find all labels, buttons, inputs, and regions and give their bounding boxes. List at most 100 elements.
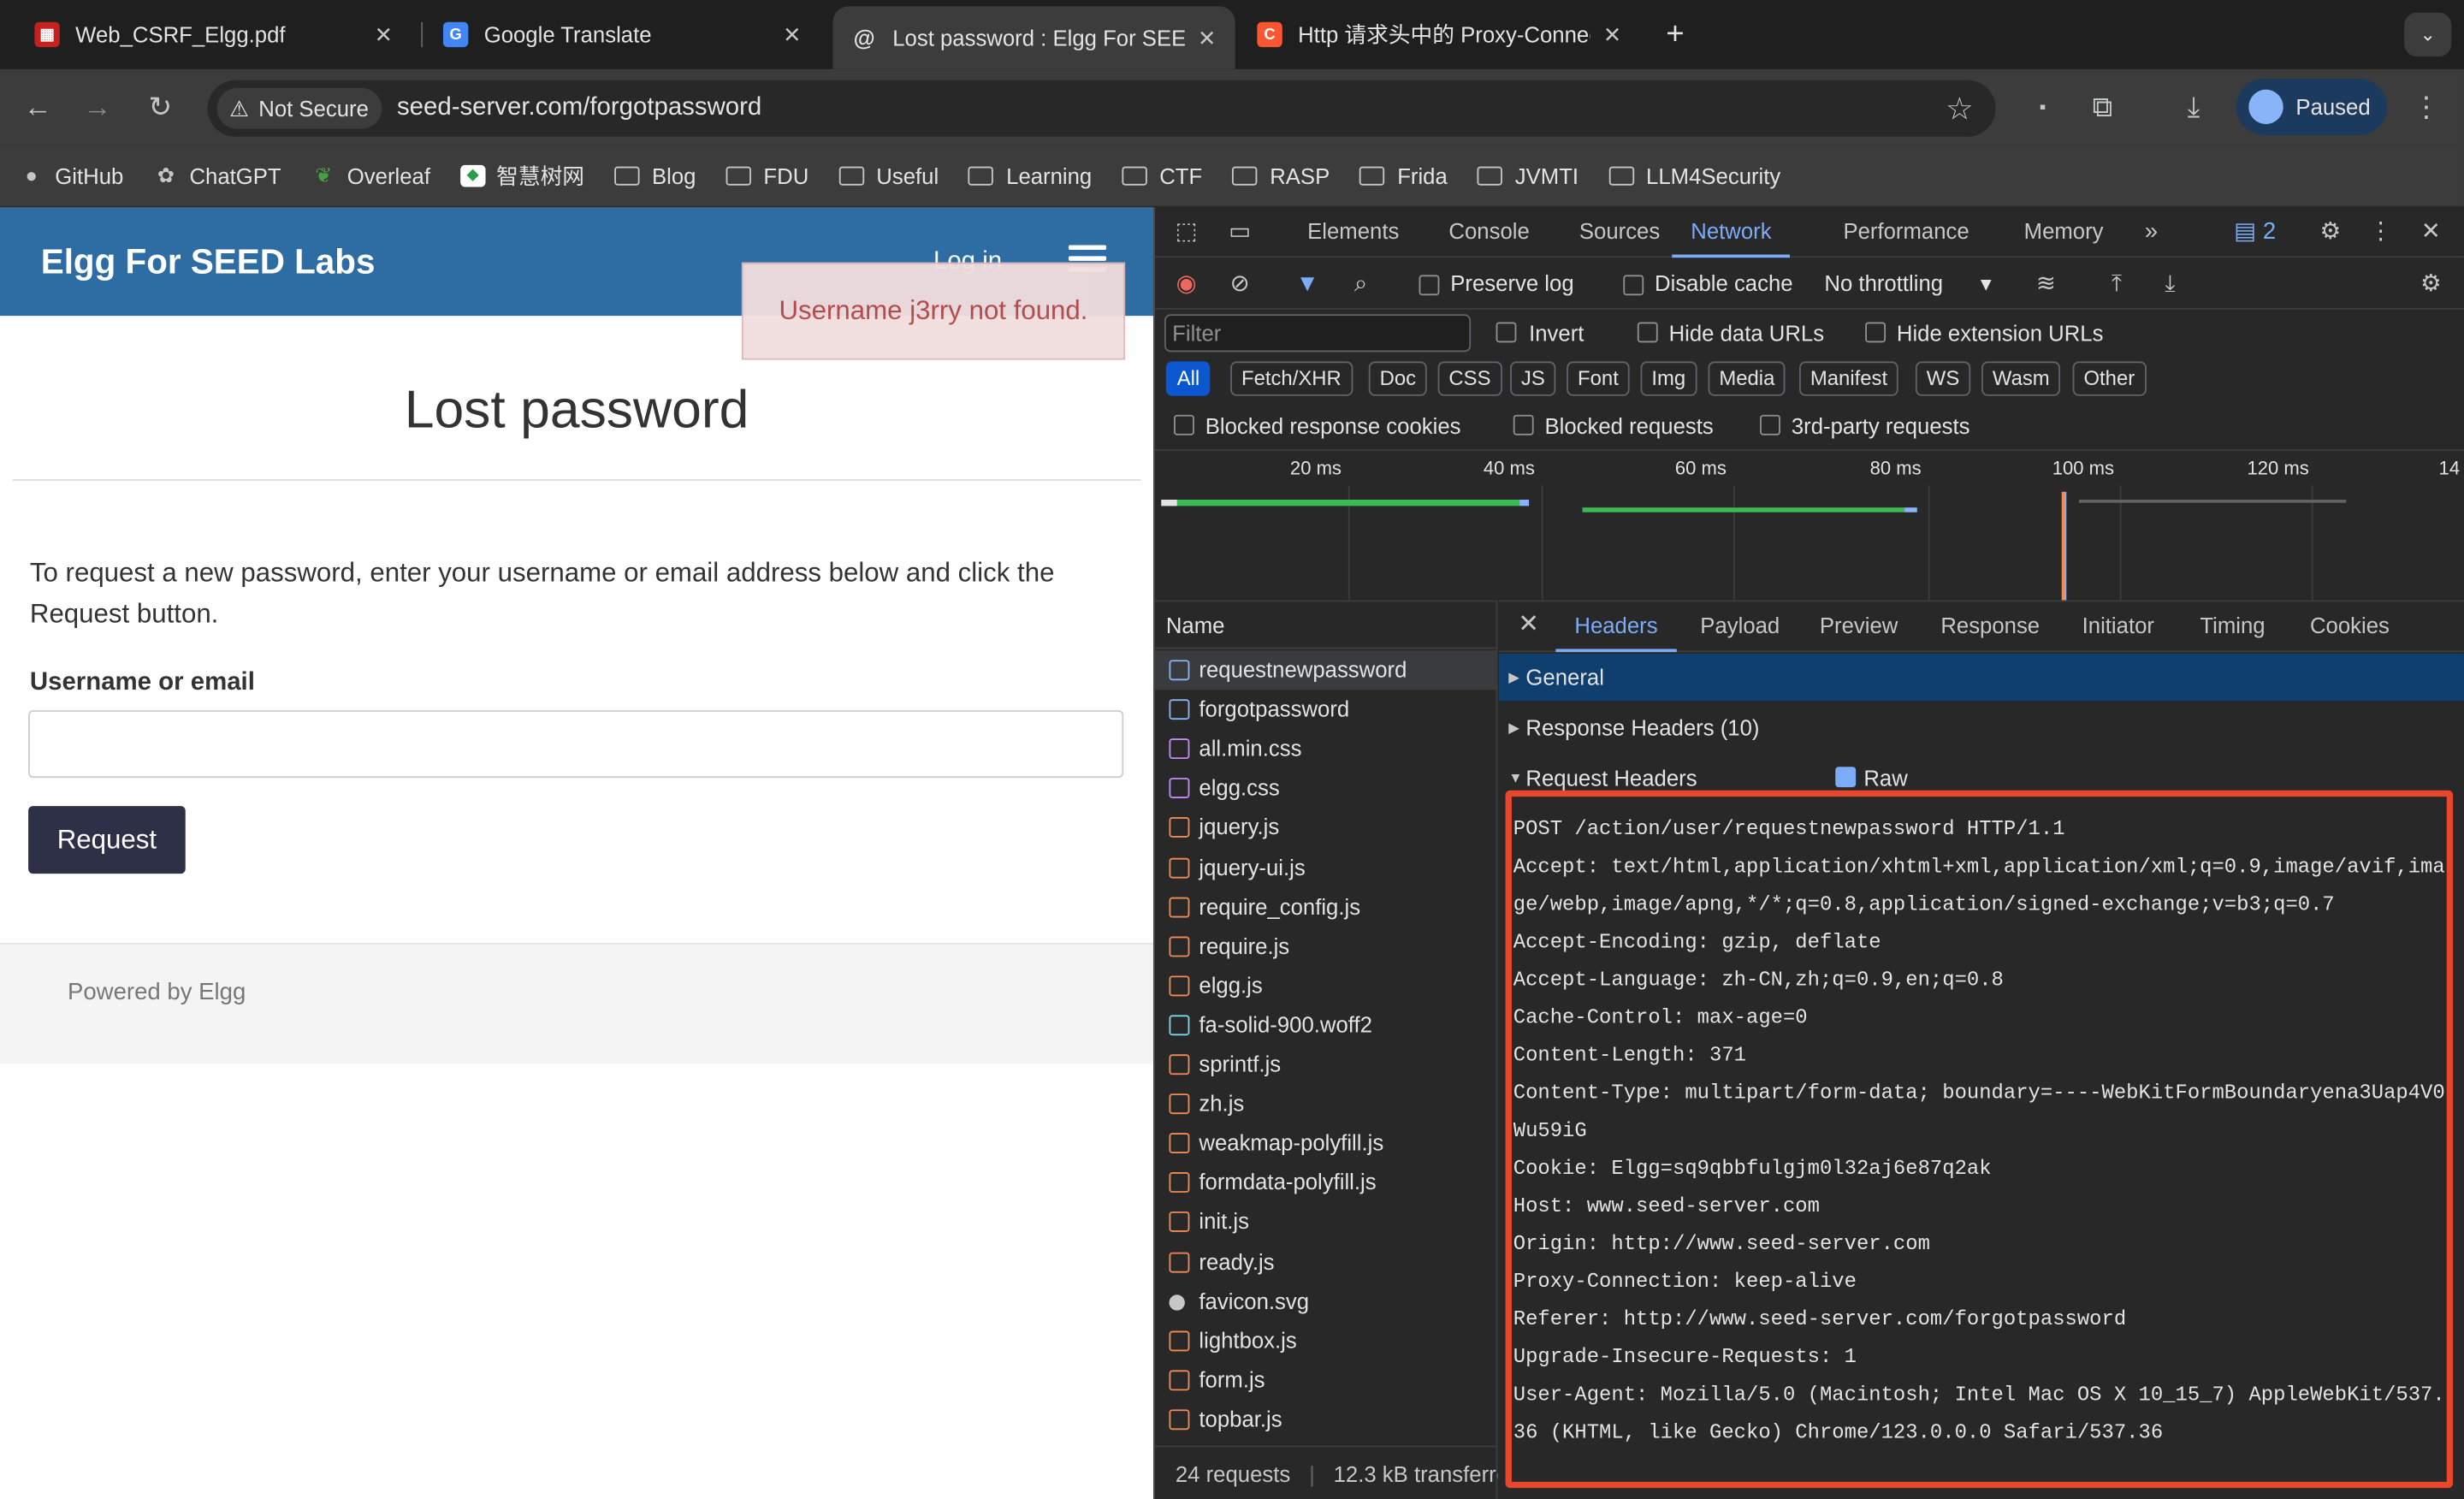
- request-row[interactable]: sprintf.js: [1155, 1045, 1497, 1084]
- request-row[interactable]: favicon.svg: [1155, 1282, 1497, 1321]
- filter-input[interactable]: Filter: [1164, 314, 1472, 353]
- network-overview-timeline[interactable]: 20 ms 40 ms 60 ms 80 ms 100 ms 120 ms 14: [1154, 449, 2464, 602]
- tab-google-translate[interactable]: G Google Translate ✕: [424, 0, 820, 69]
- close-icon[interactable]: ✕: [375, 21, 394, 48]
- close-icon[interactable]: ✕: [2415, 216, 2447, 248]
- tab-lost-password[interactable]: @ Lost password : Elgg For SEED Labs ✕: [832, 6, 1235, 69]
- download-icon[interactable]: ⤓: [2175, 88, 2212, 126]
- tab-proxy-connection[interactable]: C Http 请求头中的 Proxy-Connection ✕: [1238, 0, 1640, 69]
- response-headers-section-header[interactable]: ▶ Response Headers (10): [1499, 704, 2464, 751]
- bookmark-folder-ctf[interactable]: CTF: [1122, 163, 1202, 187]
- request-row[interactable]: jquery-ui.js: [1155, 848, 1497, 887]
- bookmark-zhihuishu[interactable]: ◆ 智慧树网: [459, 159, 584, 191]
- new-tab-button[interactable]: +: [1656, 13, 1694, 56]
- request-row[interactable]: fa-solid-900.woff2: [1155, 1005, 1497, 1045]
- blocked-requests-checkbox[interactable]: [1513, 414, 1534, 435]
- filter-img[interactable]: Img: [1640, 361, 1697, 396]
- filter-js[interactable]: JS: [1510, 361, 1556, 396]
- username-input[interactable]: [28, 710, 1124, 779]
- bookmark-folder-frida[interactable]: Frida: [1359, 163, 1448, 187]
- bookmark-folder-fdu[interactable]: FDU: [726, 163, 808, 187]
- bookmark-overleaf[interactable]: ❦ Overleaf: [311, 163, 430, 187]
- bookmark-github[interactable]: ● GitHub: [19, 163, 124, 187]
- request-row[interactable]: jquery.js: [1155, 809, 1497, 848]
- request-row[interactable]: lightbox.js: [1155, 1321, 1497, 1360]
- tab-cookies[interactable]: Cookies: [2310, 601, 2390, 652]
- tab-response[interactable]: Response: [1940, 601, 2040, 652]
- close-icon[interactable]: ✕: [1198, 24, 1217, 50]
- request-row[interactable]: ready.js: [1155, 1242, 1497, 1282]
- issues-badge[interactable]: ▤ 2: [2227, 216, 2283, 248]
- gear-icon[interactable]: ⚙: [2314, 216, 2346, 248]
- profile-button[interactable]: Paused: [2236, 78, 2387, 135]
- filter-manifest[interactable]: Manifest: [1799, 361, 1898, 396]
- request-headers-section-header[interactable]: ▼ Request Headers Raw: [1499, 755, 2464, 802]
- tab-elements[interactable]: Elements: [1307, 207, 1399, 258]
- preserve-log-checkbox[interactable]: [1419, 275, 1440, 296]
- tab-sources[interactable]: Sources: [1579, 207, 1660, 258]
- error-alert[interactable]: Username j3rry not found.: [741, 262, 1126, 360]
- address-bar[interactable]: ⚠ Not Secure seed-server.com/forgotpassw…: [207, 80, 1996, 137]
- clear-icon[interactable]: ⊘: [1224, 269, 1256, 300]
- bookmark-folder-blog[interactable]: Blog: [613, 163, 696, 187]
- tab-headers[interactable]: Headers: [1555, 601, 1677, 653]
- filter-font[interactable]: Font: [1567, 361, 1630, 396]
- request-row[interactable]: formdata-polyfill.js: [1155, 1164, 1497, 1203]
- tab-network[interactable]: Network: [1672, 207, 1791, 258]
- filter-fetch-xhr[interactable]: Fetch/XHR: [1230, 361, 1353, 396]
- request-row[interactable]: all.min.css: [1155, 729, 1497, 768]
- upload-icon[interactable]: ⤒: [2101, 269, 2133, 300]
- tab-search-button[interactable]: ⌄: [2404, 12, 2452, 57]
- request-row[interactable]: forgotpassword: [1155, 690, 1497, 729]
- tab-pdf[interactable]: ▦ Web_CSRF_Elgg.pdf ✕: [15, 0, 412, 69]
- request-row[interactable]: form.js: [1155, 1360, 1497, 1400]
- download-icon[interactable]: ⤓: [2154, 269, 2186, 300]
- close-icon[interactable]: ✕: [1518, 601, 1539, 652]
- general-section-header[interactable]: ▶ General: [1499, 653, 2464, 702]
- request-row[interactable]: init.js: [1155, 1203, 1497, 1242]
- request-row[interactable]: zh.js: [1155, 1084, 1497, 1123]
- more-vert-icon[interactable]: ⋮: [2408, 88, 2445, 126]
- filter-other[interactable]: Other: [2072, 361, 2147, 396]
- device-toggle-icon[interactable]: ▭: [1224, 216, 1256, 248]
- throttling-select[interactable]: No throttling ▾: [1824, 270, 1991, 297]
- puzzle-icon[interactable]: ⧉: [2083, 88, 2121, 126]
- request-row[interactable]: elgg.js: [1155, 966, 1497, 1005]
- bookmark-folder-rasp[interactable]: RASP: [1232, 163, 1330, 187]
- request-row[interactable]: weakmap-polyfill.js: [1155, 1123, 1497, 1163]
- third-party-checkbox[interactable]: [1760, 414, 1780, 435]
- request-row[interactable]: requestnewpassword: [1154, 650, 1498, 690]
- request-row[interactable]: require_config.js: [1155, 887, 1497, 927]
- forward-button[interactable]: →: [79, 88, 116, 126]
- request-row[interactable]: topbar.js: [1155, 1400, 1497, 1439]
- reload-button[interactable]: ↻: [141, 88, 179, 126]
- tab-performance[interactable]: Performance: [1843, 207, 1969, 258]
- bookmark-folder-jvmti[interactable]: JVMTI: [1477, 163, 1578, 187]
- filter-wasm[interactable]: Wasm: [1981, 361, 2061, 396]
- blocked-cookies-checkbox[interactable]: [1174, 414, 1194, 435]
- request-row[interactable]: elgg.css: [1155, 769, 1497, 809]
- close-icon[interactable]: ✕: [1603, 21, 1622, 48]
- tab-initiator[interactable]: Initiator: [2082, 601, 2154, 652]
- back-button[interactable]: ←: [19, 88, 56, 126]
- filter-media[interactable]: Media: [1708, 361, 1786, 396]
- filter-all[interactable]: All: [1165, 361, 1211, 396]
- record-stop-icon[interactable]: ◉: [1170, 269, 1202, 300]
- bookmark-star-icon[interactable]: ☆: [1946, 90, 1974, 129]
- site-brand[interactable]: Elgg For SEED Labs: [41, 242, 376, 283]
- disable-cache-checkbox[interactable]: [1623, 275, 1644, 296]
- url-text[interactable]: seed-server.com/forgotpassword: [397, 94, 761, 122]
- hide-extension-urls-checkbox[interactable]: [1865, 322, 1886, 343]
- request-button[interactable]: Request: [28, 806, 186, 874]
- raw-checkbox[interactable]: [1835, 767, 1857, 788]
- name-column-header[interactable]: Name: [1154, 601, 1498, 649]
- tab-payload[interactable]: Payload: [1700, 601, 1780, 652]
- tab-preview[interactable]: Preview: [1820, 601, 1898, 652]
- network-conditions-icon[interactable]: ≋: [2030, 269, 2062, 300]
- tab-memory[interactable]: Memory: [2024, 207, 2104, 258]
- more-vert-icon[interactable]: ⋮: [2365, 216, 2396, 248]
- tab-console[interactable]: Console: [1448, 207, 1529, 258]
- tab-timing[interactable]: Timing: [2200, 601, 2265, 652]
- bookmark-chatgpt[interactable]: ✿ ChatGPT: [153, 163, 281, 187]
- request-row[interactable]: require.js: [1155, 927, 1497, 966]
